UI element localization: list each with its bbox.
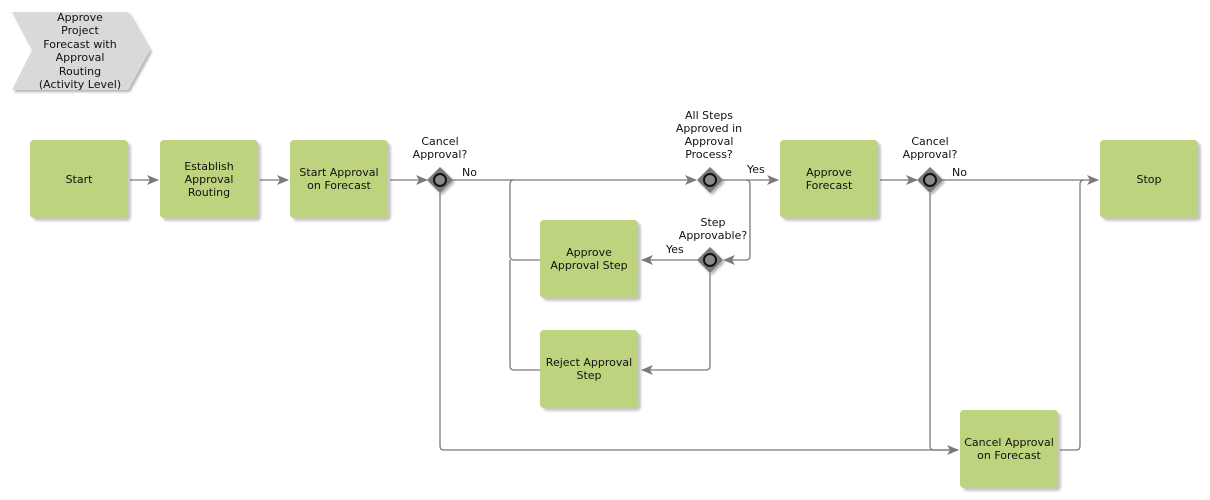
- edge-stepapprovable-rejectstep: [641, 273, 711, 375]
- title-line: Approve: [57, 11, 103, 24]
- gateway-cancel-approval-1[interactable]: [427, 167, 457, 197]
- gateway-all-steps-approved[interactable]: [697, 167, 727, 197]
- title-line: Routing: [58, 64, 102, 78]
- task-stop[interactable]: Stop: [1100, 140, 1198, 218]
- question-line: Step: [700, 216, 726, 229]
- task-label: Start: [65, 172, 93, 186]
- question-line: Approvable?: [678, 229, 748, 242]
- question-line: Cancel: [911, 135, 949, 148]
- edge-label-yes-step-approvable: Yes: [666, 243, 684, 256]
- question-line: Process?: [685, 148, 733, 161]
- question-line: Cancel: [421, 135, 459, 148]
- gateway-question-cancel-1: Cancel Approval?: [400, 135, 480, 161]
- task-label: Cancel Approval on Forecast: [964, 436, 1054, 462]
- question-line: Approval: [684, 135, 734, 148]
- gateway-question-step-approvable: Step Approvable?: [668, 216, 758, 242]
- task-label: Stop: [1136, 172, 1162, 186]
- gateway-circle-icon: [923, 173, 937, 187]
- gateway-question-all-steps: All Steps Approved in Approval Process?: [664, 109, 754, 161]
- task-reject-approval-step[interactable]: Reject Approval Step: [540, 330, 638, 408]
- title-line: Project: [61, 24, 99, 38]
- edge-rejectstep-loop: [509, 260, 540, 371]
- task-label: Start Approval on Forecast: [299, 166, 379, 192]
- edge-cancel2-cancelforecast: [929, 193, 958, 451]
- task-start[interactable]: Start: [30, 140, 128, 218]
- task-label: Approve Forecast: [805, 166, 853, 192]
- title-line: (Activity Level): [38, 78, 122, 92]
- gateway-circle-icon: [433, 173, 447, 187]
- question-line: Approval?: [412, 148, 468, 161]
- gateway-circle-icon: [703, 253, 717, 267]
- gateway-cancel-approval-2[interactable]: [917, 167, 947, 197]
- question-line: All Steps: [685, 109, 733, 122]
- task-establish-approval-routing[interactable]: Establish Approval Routing: [160, 140, 258, 218]
- edge-label-no-1: No: [462, 166, 477, 179]
- gateway-step-approvable[interactable]: [697, 247, 727, 277]
- task-label: Approve Approval Step: [550, 246, 628, 272]
- gateway-question-cancel-2: Cancel Approval?: [890, 135, 970, 161]
- edge-label-no-2: No: [952, 166, 967, 179]
- title-line: Forecast with: [43, 37, 117, 51]
- gateway-circle-icon: [703, 173, 717, 187]
- task-approve-forecast[interactable]: Approve Forecast: [780, 140, 878, 218]
- question-line: Approved in: [675, 122, 743, 135]
- task-label: Establish Approval Routing: [184, 159, 234, 199]
- task-cancel-approval-on-forecast[interactable]: Cancel Approval on Forecast: [960, 410, 1058, 488]
- edge-approvestep-loop: [509, 179, 540, 261]
- diagram-title: Approve Project Forecast with Approval R…: [30, 11, 130, 91]
- task-label: Reject Approval Step: [545, 356, 633, 382]
- task-approve-approval-step[interactable]: Approve Approval Step: [540, 220, 638, 298]
- question-line: Approval?: [902, 148, 958, 161]
- task-start-approval-on-forecast[interactable]: Start Approval on Forecast: [290, 140, 388, 218]
- title-line: Approval: [55, 51, 105, 65]
- edge-cancelforecast-stop: [1060, 179, 1085, 451]
- edge-label-yes-all-steps: Yes: [747, 163, 765, 176]
